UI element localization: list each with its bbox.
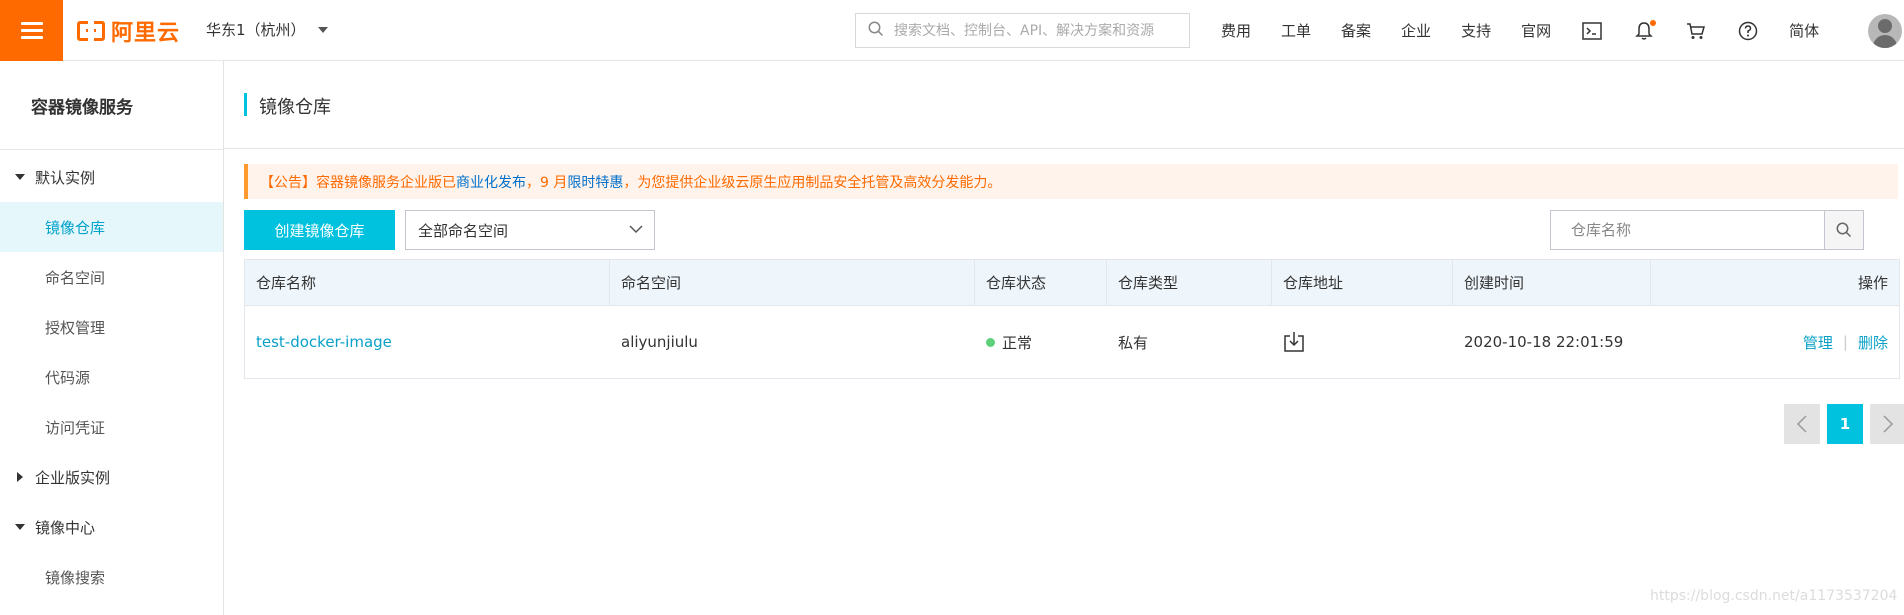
caret-down-icon: [15, 174, 25, 180]
notice-prefix: 【公告】容器镜像服务企业版已: [260, 174, 456, 191]
sidebar-item-code-source[interactable]: 代码源: [0, 352, 223, 402]
logo-mark-icon: [77, 20, 105, 42]
search-icon: [1836, 222, 1852, 238]
sidebar-group-label: 企业版实例: [35, 468, 111, 487]
terminal-icon[interactable]: [1581, 20, 1603, 42]
language-switch[interactable]: 简体: [1789, 20, 1819, 41]
sidebar-item-label: 镜像搜索: [45, 568, 106, 587]
sidebar-item-label: 命名空间: [45, 268, 106, 287]
bell-icon[interactable]: [1633, 19, 1657, 42]
sidebar-item-label: 镜像仓库: [45, 218, 106, 237]
chevron-left-icon: [1796, 415, 1807, 433]
pagination: 1: [1784, 404, 1904, 444]
chevron-down-icon: [628, 221, 644, 241]
sidebar-group-image-center[interactable]: 镜像中心: [0, 502, 223, 552]
user-avatar[interactable]: [1868, 14, 1902, 48]
caret-down-icon: [15, 524, 25, 530]
column-header-namespace: 命名空间: [610, 260, 975, 305]
download-icon[interactable]: [1283, 331, 1305, 353]
sidebar-group-enterprise-instance[interactable]: 企业版实例: [0, 452, 223, 502]
column-header-status: 仓库状态: [975, 260, 1107, 305]
sidebar-item-label: 授权管理: [45, 318, 106, 337]
notification-dot: [1650, 19, 1657, 26]
next-page-button[interactable]: [1870, 404, 1904, 444]
repository-table: 仓库名称 命名空间 仓库状态 仓库类型 仓库地址 创建时间 操作 test-do…: [244, 259, 1900, 379]
prev-page-button[interactable]: [1784, 404, 1820, 444]
link-billing[interactable]: 费用: [1221, 20, 1251, 41]
page-header: 镜像仓库: [224, 61, 1904, 149]
sidebar-item-access-credentials[interactable]: 访问凭证: [0, 402, 223, 452]
sidebar-item-authorization[interactable]: 授权管理: [0, 302, 223, 352]
top-navbar: 阿里云 华东1（杭州） 费用 工单 备案 企业 支持 官网 简体: [0, 0, 1904, 61]
product-title: 容器镜像服务: [31, 98, 133, 118]
watermark: https://blog.csdn.net/a1173537204: [1650, 588, 1898, 604]
cell-actions: 管理 | 删除: [1651, 306, 1899, 378]
cell-status: 正常: [975, 306, 1107, 378]
action-separator: |: [1842, 333, 1848, 351]
cell-namespace: aliyunjiulu: [621, 333, 698, 351]
sidebar-item-label: 访问凭证: [45, 418, 106, 437]
cell-created: 2020-10-18 22:01:59: [1464, 333, 1624, 351]
namespace-select[interactable]: 全部命名空间: [405, 210, 655, 250]
sidebar-group-default-instance[interactable]: 默认实例: [0, 152, 223, 202]
announcement-banner: 【公告】容器镜像服务企业版已 商业化发布 ，9 月 限时特惠 ，为您提供企业级云…: [244, 164, 1898, 199]
sidebar: 容器镜像服务 默认实例 镜像仓库 命名空间 授权管理 代码源 访问凭证 企业版实…: [0, 61, 224, 615]
top-links: 费用 工单 备案 企业 支持 官网 简体: [1206, 0, 1834, 61]
link-support[interactable]: 支持: [1461, 20, 1491, 41]
brand-name: 阿里云: [111, 21, 181, 46]
link-icp-filing[interactable]: 备案: [1341, 20, 1371, 41]
title-accent-bar: [244, 93, 247, 116]
table-row: test-docker-image aliyunjiulu 正常 私有 2020…: [245, 306, 1899, 378]
global-search-box[interactable]: [855, 13, 1190, 48]
delete-link[interactable]: 删除: [1858, 332, 1888, 353]
hamburger-menu-button[interactable]: [0, 0, 63, 61]
search-icon: [868, 21, 884, 41]
cart-icon[interactable]: [1685, 20, 1707, 42]
manage-link[interactable]: 管理: [1803, 332, 1833, 353]
column-header-actions: 操作: [1857, 274, 1888, 292]
status-dot-icon: [986, 337, 995, 347]
notice-link-commercial-release[interactable]: 商业化发布: [456, 172, 526, 192]
main-content: 镜像仓库 【公告】容器镜像服务企业版已 商业化发布 ，9 月 限时特惠 ，为您提…: [224, 61, 1904, 615]
cell-repo-name: test-docker-image: [245, 306, 610, 378]
sidebar-item-label: 代码源: [45, 368, 91, 387]
page-button[interactable]: 1: [1827, 404, 1863, 444]
column-header-type: 仓库类型: [1107, 260, 1272, 305]
link-enterprise[interactable]: 企业: [1401, 20, 1431, 41]
global-search-input[interactable]: [892, 21, 1181, 40]
notice-link-limited-offer[interactable]: 限时特惠: [567, 172, 623, 192]
column-header-address: 仓库地址: [1272, 260, 1453, 305]
namespace-select-value: 全部命名空间: [418, 221, 509, 240]
sidebar-group-label: 默认实例: [35, 168, 96, 187]
chevron-right-icon: [1883, 415, 1894, 433]
link-tickets[interactable]: 工单: [1281, 20, 1311, 41]
page-title: 镜像仓库: [259, 97, 331, 118]
sidebar-item-image-search[interactable]: 镜像搜索: [0, 552, 223, 602]
cell-type: 私有: [1118, 333, 1149, 352]
notice-suffix: ，为您提供企业级云原生应用制品安全托管及高效分发能力。: [623, 174, 1002, 191]
repository-search-input[interactable]: [1569, 220, 1813, 240]
link-official-site[interactable]: 官网: [1521, 20, 1551, 41]
column-header-created: 创建时间: [1453, 260, 1651, 305]
create-repository-button[interactable]: 创建镜像仓库: [244, 210, 395, 250]
aliyun-logo[interactable]: 阿里云: [77, 16, 180, 46]
caret-right-icon: [17, 472, 23, 482]
repository-search-box: [1550, 210, 1864, 250]
help-icon[interactable]: [1737, 20, 1759, 42]
cell-address: [1272, 306, 1453, 378]
sidebar-item-namespaces[interactable]: 命名空间: [0, 252, 223, 302]
sidebar-divider: [0, 149, 223, 150]
notice-mid: ，9 月: [526, 174, 568, 191]
sidebar-item-repositories[interactable]: 镜像仓库: [0, 202, 223, 252]
caret-down-icon: [317, 26, 328, 33]
repository-search-button[interactable]: [1824, 211, 1863, 249]
status-text: 正常: [1002, 333, 1033, 352]
region-selector[interactable]: 华东1（杭州）: [206, 19, 328, 40]
region-label: 华东1（杭州）: [206, 21, 306, 39]
menu-icon: [20, 21, 43, 40]
repository-name-link[interactable]: test-docker-image: [256, 333, 392, 351]
table-header: 仓库名称 命名空间 仓库状态 仓库类型 仓库地址 创建时间 操作: [245, 260, 1899, 306]
column-header-name: 仓库名称: [245, 260, 610, 305]
sidebar-group-label: 镜像中心: [35, 518, 96, 537]
